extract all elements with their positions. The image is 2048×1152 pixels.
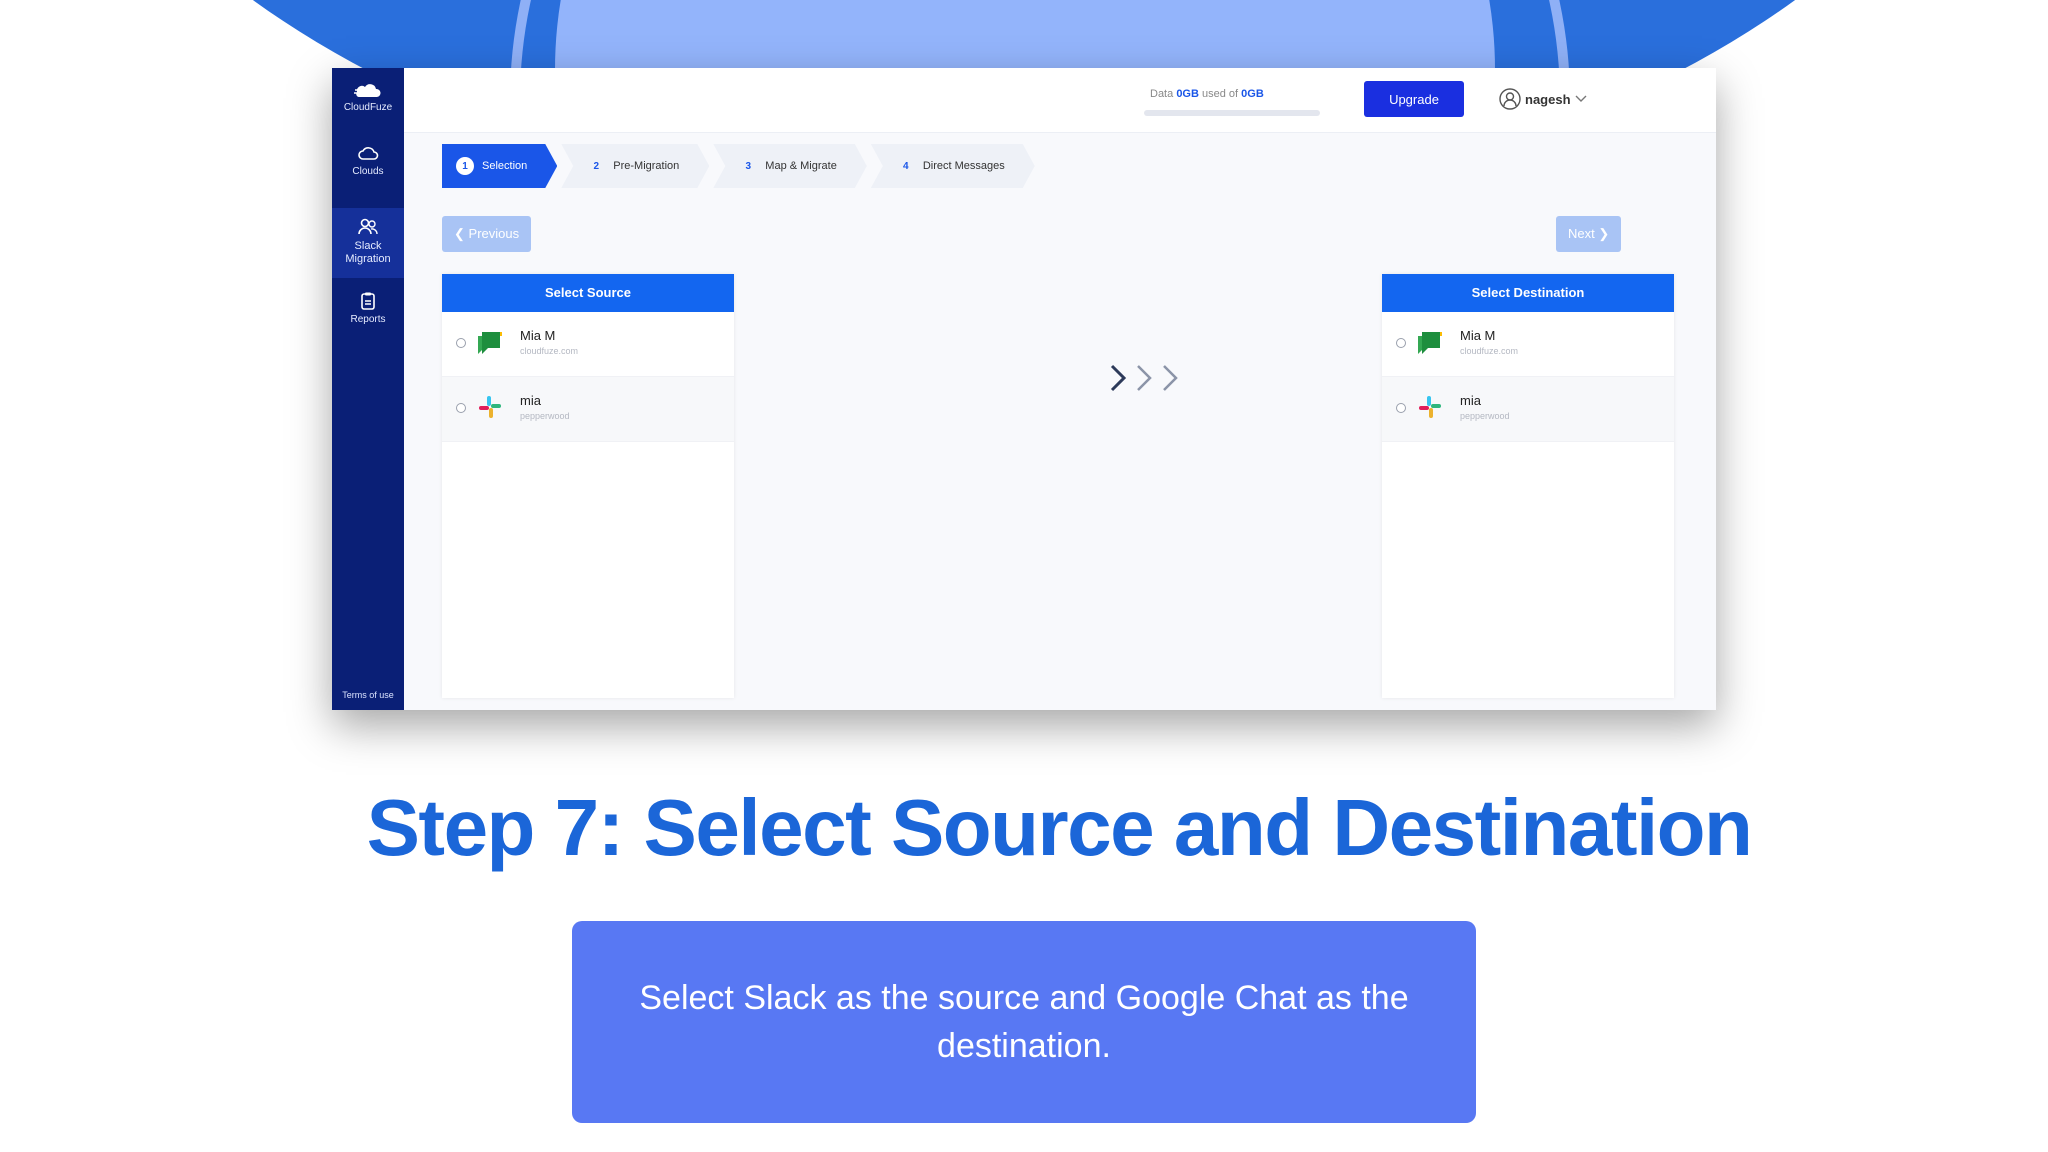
source-account-slack[interactable]: mia pepperwood bbox=[442, 377, 734, 442]
data-mid-text: used of bbox=[1202, 88, 1239, 100]
step-number: 3 bbox=[745, 160, 752, 172]
data-prefix: Data bbox=[1150, 88, 1174, 100]
slack-icon bbox=[1419, 396, 1441, 418]
source-radio[interactable] bbox=[456, 403, 466, 413]
data-total-value: 0GB bbox=[1241, 88, 1264, 100]
data-used-value: 0GB bbox=[1176, 88, 1199, 100]
destination-panel: Select Destination Mia M cloudfuze.com m… bbox=[1382, 274, 1674, 698]
data-usage-bar bbox=[1144, 110, 1320, 116]
brand-label: CloudFuze bbox=[343, 102, 393, 113]
previous-label: Previous bbox=[468, 226, 520, 241]
migration-stepper: 1 Selection 2 Pre-Migration 3 Map & Migr… bbox=[442, 144, 1039, 188]
source-panel-header: Select Source bbox=[442, 274, 734, 312]
page-title: Step 7: Select Source and Destination bbox=[366, 783, 1753, 872]
step-direct-messages[interactable]: 4 Direct Messages bbox=[871, 144, 1035, 188]
instruction-text: Select Slack as the source and Google Ch… bbox=[639, 979, 1409, 1065]
destination-account-slack[interactable]: mia pepperwood bbox=[1382, 377, 1674, 442]
app-window-screenshot: CloudFuze Clouds Slack Migration Reports… bbox=[332, 68, 1716, 710]
transfer-arrows-icon bbox=[1110, 364, 1178, 392]
chevron-down-icon bbox=[1575, 95, 1587, 102]
user-name: nagesh bbox=[1525, 91, 1571, 107]
top-bar: Data 0GB used of 0GB Upgrade nagesh bbox=[404, 68, 1716, 133]
step-number: 4 bbox=[903, 160, 909, 172]
account-name: mia bbox=[520, 393, 541, 408]
step-number: 1 bbox=[456, 157, 474, 175]
sidebar-item-label: Clouds bbox=[352, 166, 384, 177]
chevron-right-icon: ❯ bbox=[1598, 226, 1610, 241]
destination-account-google-chat[interactable]: Mia M cloudfuze.com bbox=[1382, 312, 1674, 377]
account-name: Mia M bbox=[520, 328, 556, 343]
source-account-google-chat[interactable]: Mia M cloudfuze.com bbox=[442, 312, 734, 377]
sidebar-item-label: Reports bbox=[350, 314, 386, 325]
cloudfuze-logo-icon bbox=[354, 84, 381, 97]
step-label: Selection bbox=[482, 160, 528, 172]
chevron-left-icon: ❮ bbox=[454, 226, 465, 241]
step-map-migrate[interactable]: 3 Map & Migrate bbox=[713, 144, 867, 188]
upgrade-button[interactable]: Upgrade bbox=[1364, 81, 1464, 117]
step-selection[interactable]: 1 Selection bbox=[442, 144, 557, 188]
sidebar-item-clouds[interactable]: Clouds bbox=[332, 146, 404, 178]
destination-panel-header: Select Destination bbox=[1382, 274, 1674, 312]
sidebar-item-slack-migration[interactable]: Slack Migration bbox=[332, 208, 404, 278]
previous-button[interactable]: ❮ Previous bbox=[442, 216, 532, 252]
next-button[interactable]: Next ❯ bbox=[1556, 216, 1622, 252]
google-chat-icon bbox=[1418, 332, 1442, 354]
step-pre-migration[interactable]: 2 Pre-Migration bbox=[561, 144, 709, 188]
sidebar-item-label: Slack Migration bbox=[345, 240, 391, 265]
account-domain: cloudfuze.com bbox=[1460, 346, 1519, 356]
report-icon bbox=[361, 292, 375, 310]
step-label: Pre-Migration bbox=[613, 160, 680, 172]
destination-radio[interactable] bbox=[1396, 338, 1406, 348]
next-label: Next bbox=[1568, 226, 1595, 241]
step-label: Map & Migrate bbox=[765, 160, 837, 172]
account-domain: pepperwood bbox=[1460, 411, 1510, 421]
account-domain: pepperwood bbox=[520, 411, 570, 421]
source-panel: Select Source Mia M cloudfuze.com mia pe… bbox=[442, 274, 734, 698]
instruction-box: Select Slack as the source and Google Ch… bbox=[572, 921, 1476, 1123]
source-radio[interactable] bbox=[456, 338, 466, 348]
users-icon bbox=[358, 218, 378, 235]
cloudfuze-logo[interactable]: CloudFuze bbox=[332, 82, 404, 114]
step-label: Direct Messages bbox=[922, 160, 1005, 172]
account-domain: cloudfuze.com bbox=[520, 346, 579, 356]
account-name: mia bbox=[1460, 393, 1481, 408]
slack-icon bbox=[479, 396, 501, 418]
cloud-icon bbox=[358, 147, 379, 160]
terms-of-use-link[interactable]: Terms of use bbox=[332, 690, 404, 700]
account-name: Mia M bbox=[1460, 328, 1496, 343]
step-number: 2 bbox=[593, 160, 600, 172]
user-menu[interactable]: nagesh bbox=[1499, 88, 1587, 110]
main-content: Data 0GB used of 0GB Upgrade nagesh 1 Se… bbox=[404, 68, 1716, 710]
google-chat-icon bbox=[478, 332, 502, 354]
data-usage-text: Data 0GB used of 0GB bbox=[1150, 88, 1264, 100]
sidebar-item-reports[interactable]: Reports bbox=[332, 292, 404, 326]
destination-radio[interactable] bbox=[1396, 403, 1406, 413]
sidebar: CloudFuze Clouds Slack Migration Reports… bbox=[332, 68, 404, 710]
user-avatar-icon bbox=[1499, 88, 1521, 110]
